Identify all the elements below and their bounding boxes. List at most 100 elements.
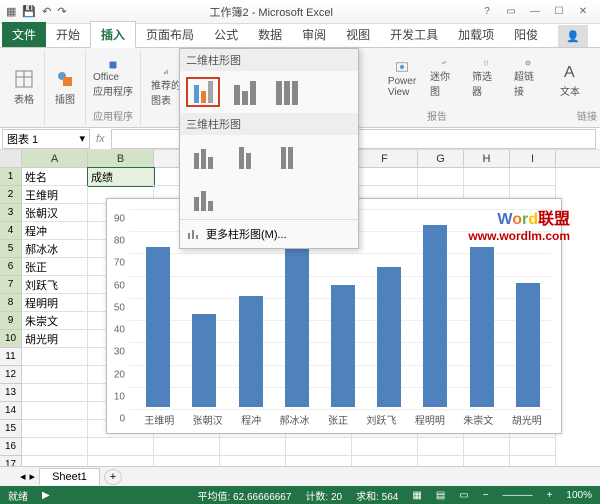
view-normal-icon[interactable]: ▦: [412, 490, 421, 501]
select-all-corner[interactable]: [0, 150, 22, 167]
row-header-3[interactable]: 3: [0, 204, 22, 222]
more-column-charts[interactable]: 更多柱形图(M)...: [180, 219, 358, 248]
cell-B16[interactable]: [88, 438, 154, 456]
maximize-icon[interactable]: ☐: [548, 4, 570, 20]
view-pagelayout-icon[interactable]: ▤: [436, 490, 445, 501]
cell-A3[interactable]: 张朝汉: [22, 204, 88, 222]
tab-pagelayout[interactable]: 页面布局: [136, 22, 204, 47]
row-header-16[interactable]: 16: [0, 438, 22, 456]
cell-G16[interactable]: [418, 438, 464, 456]
row-header-1[interactable]: 1: [0, 168, 22, 186]
redo-icon[interactable]: ↷: [57, 5, 66, 18]
sheet-nav-next[interactable]: ▸: [30, 470, 36, 483]
minimize-icon[interactable]: —: [524, 4, 546, 20]
cell-A15[interactable]: [22, 420, 88, 438]
cell-F1[interactable]: [352, 168, 418, 186]
stacked100-column-3d[interactable]: [270, 141, 304, 171]
col-header-B[interactable]: B: [88, 150, 154, 167]
clustered-column-2d[interactable]: [186, 77, 220, 107]
chart-bar-2[interactable]: [239, 296, 263, 407]
cell-A11[interactable]: [22, 348, 88, 366]
col-header-F[interactable]: F: [352, 150, 418, 167]
row-header-9[interactable]: 9: [0, 312, 22, 330]
chart-bar-4[interactable]: [331, 285, 355, 407]
cell-H16[interactable]: [464, 438, 510, 456]
cell-F16[interactable]: [352, 438, 418, 456]
cell-A12[interactable]: [22, 366, 88, 384]
cell-I1[interactable]: [510, 168, 556, 186]
office-apps-button[interactable]: Office 应用程序: [92, 60, 134, 98]
tab-insert[interactable]: 插入: [90, 21, 136, 48]
illustrations-button[interactable]: 插图: [51, 69, 79, 107]
row-header-11[interactable]: 11: [0, 348, 22, 366]
cell-A4[interactable]: 程冲: [22, 222, 88, 240]
clustered-column-3d[interactable]: [186, 141, 220, 171]
zoom-in[interactable]: +: [547, 490, 553, 501]
cell-A9[interactable]: 朱崇文: [22, 312, 88, 330]
status-macro-icon[interactable]: ▶: [42, 490, 50, 501]
row-header-14[interactable]: 14: [0, 402, 22, 420]
tab-home[interactable]: 开始: [46, 22, 90, 47]
stacked-column-2d[interactable]: [228, 77, 262, 107]
cell-C16[interactable]: [154, 438, 220, 456]
col-header-A[interactable]: A: [22, 150, 88, 167]
cell-A1[interactable]: 姓名: [22, 168, 88, 186]
tab-data[interactable]: 数据: [248, 22, 292, 47]
cell-G1[interactable]: [418, 168, 464, 186]
row-header-6[interactable]: 6: [0, 258, 22, 276]
cell-A16[interactable]: [22, 438, 88, 456]
tab-user[interactable]: 阳俊: [504, 22, 548, 47]
row-header-5[interactable]: 5: [0, 240, 22, 258]
cell-I16[interactable]: [510, 438, 556, 456]
slicer-button[interactable]: 筛选器: [472, 60, 500, 98]
stacked100-column-2d[interactable]: [270, 77, 304, 107]
row-header-12[interactable]: 12: [0, 366, 22, 384]
save-icon[interactable]: 💾: [22, 5, 36, 18]
stacked-column-3d[interactable]: [228, 141, 262, 171]
cell-E16[interactable]: [286, 438, 352, 456]
name-box[interactable]: 图表 1▾: [2, 129, 90, 149]
col-header-G[interactable]: G: [418, 150, 464, 167]
cell-D16[interactable]: [220, 438, 286, 456]
row-header-15[interactable]: 15: [0, 420, 22, 438]
row-header-4[interactable]: 4: [0, 222, 22, 240]
cell-B1[interactable]: 成绩: [88, 168, 154, 186]
cell-A7[interactable]: 刘跃飞: [22, 276, 88, 294]
cell-A14[interactable]: [22, 402, 88, 420]
chart-bar-3[interactable]: [285, 247, 309, 407]
column-3d[interactable]: [186, 183, 220, 213]
tab-formulas[interactable]: 公式: [204, 22, 248, 47]
text-button[interactable]: A文本: [556, 60, 584, 98]
undo-icon[interactable]: ↶: [42, 5, 51, 18]
tab-addins[interactable]: 加载项: [448, 22, 504, 47]
chart-bar-5[interactable]: [377, 267, 401, 407]
zoom-slider[interactable]: ———: [503, 490, 533, 501]
row-header-13[interactable]: 13: [0, 384, 22, 402]
col-header-I[interactable]: I: [510, 150, 556, 167]
chart-bar-6[interactable]: [423, 225, 447, 407]
help-icon[interactable]: ?: [476, 4, 498, 20]
hyperlink-button[interactable]: 超链接: [514, 60, 542, 98]
fx-icon[interactable]: fx: [96, 133, 105, 145]
sparklines-button[interactable]: 迷你图: [430, 60, 458, 98]
cell-A6[interactable]: 张正: [22, 258, 88, 276]
chart-bar-1[interactable]: [192, 314, 216, 407]
cell-A10[interactable]: 胡光明: [22, 330, 88, 348]
chart-bar-7[interactable]: [470, 247, 494, 407]
view-pagebreak-icon[interactable]: ▭: [459, 490, 468, 501]
cell-A8[interactable]: 程明明: [22, 294, 88, 312]
cell-A5[interactable]: 郝冰冰: [22, 240, 88, 258]
sheet-tab-1[interactable]: Sheet1: [39, 468, 100, 485]
sheet-nav-prev[interactable]: ◂: [20, 470, 26, 483]
close-icon[interactable]: ✕: [572, 4, 594, 20]
cell-A2[interactable]: 王维明: [22, 186, 88, 204]
row-header-10[interactable]: 10: [0, 330, 22, 348]
add-sheet-button[interactable]: +: [104, 469, 122, 485]
zoom-out[interactable]: −: [483, 490, 489, 501]
user-avatar[interactable]: 👤: [558, 25, 588, 47]
tab-view[interactable]: 视图: [336, 22, 380, 47]
chart-bar-0[interactable]: [146, 247, 170, 407]
chart-bar-8[interactable]: [516, 283, 540, 407]
tab-review[interactable]: 审阅: [292, 22, 336, 47]
col-header-H[interactable]: H: [464, 150, 510, 167]
